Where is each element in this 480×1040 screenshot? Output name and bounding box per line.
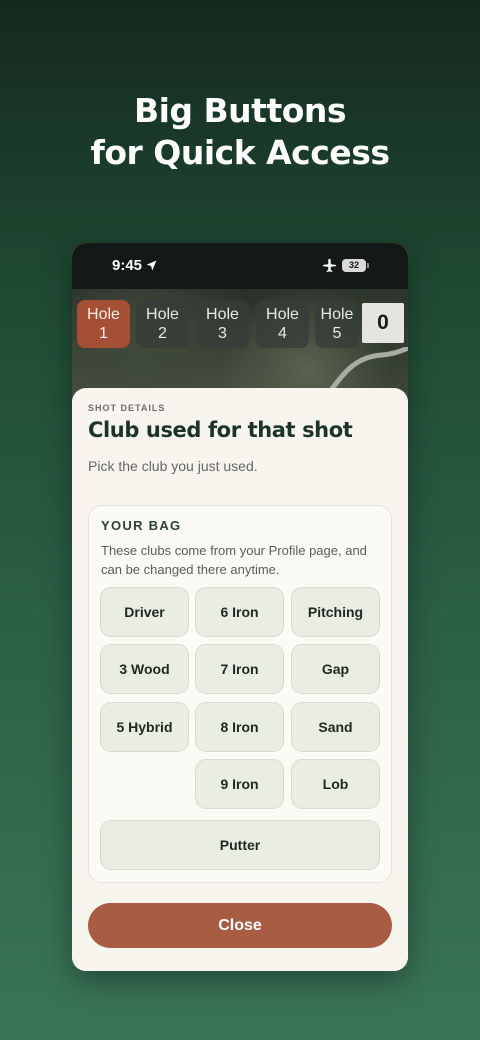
- hole-tab-1[interactable]: Hole 1: [77, 300, 130, 348]
- bag-title: YOUR BAG: [101, 518, 182, 533]
- club-button-gap[interactable]: Gap: [291, 644, 380, 694]
- battery-icon: 32: [342, 259, 366, 272]
- club-button-5-hybrid[interactable]: 5 Hybrid: [100, 702, 189, 752]
- club-button-sand[interactable]: Sand: [291, 702, 380, 752]
- hole-tab-number: 3: [218, 325, 227, 342]
- headline-line-2: for Quick Access: [90, 133, 390, 172]
- battery-cap: [367, 263, 369, 268]
- phone-screen: 9:45 32 Hole 1 Hole 2 Hole 3 Hole 4 Hole…: [72, 243, 408, 971]
- club-button-8-iron[interactable]: 8 Iron: [195, 702, 284, 752]
- sheet-title: Club used for that shot: [88, 418, 353, 442]
- hole-tab-label: Hole: [266, 306, 299, 323]
- score-box[interactable]: 0: [362, 303, 404, 343]
- hole-tab-number: 1: [99, 325, 108, 342]
- club-button-3-wood[interactable]: 3 Wood: [100, 644, 189, 694]
- hole-tab-label: Hole: [320, 306, 354, 323]
- club-button-lob[interactable]: Lob: [291, 759, 380, 809]
- headline: Big Buttons for Quick Access: [0, 90, 480, 174]
- sheet-subtitle: Pick the club you just used.: [88, 458, 258, 474]
- hole-tab-3[interactable]: Hole 3: [196, 300, 249, 348]
- hole-tab-label: Hole: [206, 306, 239, 323]
- hole-tab-number: 5: [332, 325, 342, 342]
- headline-line-1: Big Buttons: [133, 91, 347, 130]
- hole-tab-number: 4: [278, 325, 287, 342]
- hole-selector: Hole 1 Hole 2 Hole 3 Hole 4 Hole 5: [77, 300, 408, 348]
- hole-tab-2[interactable]: Hole 2: [136, 300, 189, 348]
- status-bar: 9:45 32: [72, 243, 408, 289]
- hole-tab-label: Hole: [87, 306, 120, 323]
- club-button-driver[interactable]: Driver: [100, 587, 189, 637]
- club-button-7-iron[interactable]: 7 Iron: [195, 644, 284, 694]
- close-button[interactable]: Close: [88, 903, 392, 948]
- club-button-9-iron[interactable]: 9 Iron: [195, 759, 284, 809]
- your-bag-card: YOUR BAG These clubs come from your Prof…: [88, 505, 392, 883]
- sheet-eyebrow: SHOT DETAILS: [88, 403, 166, 413]
- airplane-icon: [322, 258, 337, 273]
- club-button-6-iron[interactable]: 6 Iron: [195, 587, 284, 637]
- club-button-putter[interactable]: Putter: [100, 820, 380, 870]
- hole-tab-number: 2: [158, 325, 167, 342]
- hole-tab-4[interactable]: Hole 4: [256, 300, 309, 348]
- hole-tab-label: Hole: [146, 306, 179, 323]
- status-time: 9:45: [112, 257, 143, 274]
- location-arrow-icon: [146, 260, 157, 271]
- club-button-pitching[interactable]: Pitching: [291, 587, 380, 637]
- bag-description: These clubs come from your Profile page,…: [101, 543, 367, 577]
- hole-tab-5[interactable]: Hole 5: [315, 300, 359, 348]
- shot-details-sheet: SHOT DETAILS Club used for that shot Pic…: [72, 388, 408, 971]
